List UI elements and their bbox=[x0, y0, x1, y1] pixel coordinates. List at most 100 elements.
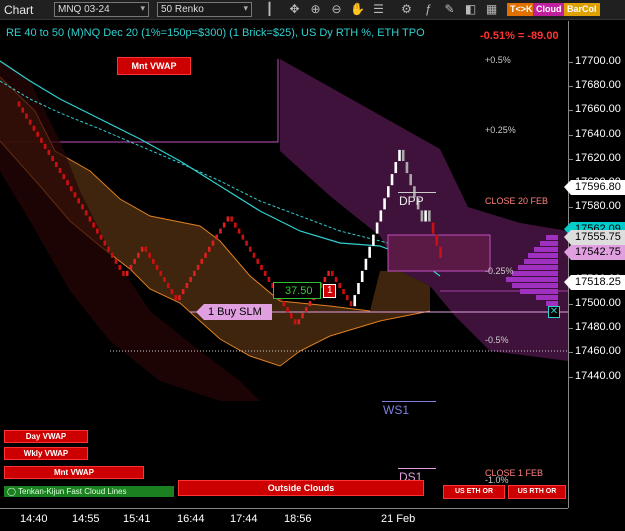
drawing-icon[interactable]: ✎ bbox=[442, 2, 457, 17]
pct-label: +0.25% bbox=[485, 125, 516, 135]
renko-brick-up bbox=[368, 246, 371, 258]
renko-brick-down bbox=[409, 174, 412, 186]
renko-brick-down bbox=[331, 270, 334, 276]
chart-panel[interactable]: RE 40 to 50 (M)NQ Dec 20 (1%=150p=$300) … bbox=[0, 21, 568, 508]
renko-brick-down bbox=[69, 186, 73, 192]
zoom-out-icon[interactable]: ⊖ bbox=[329, 2, 344, 17]
renko-brick-down bbox=[338, 283, 342, 289]
renko-brick-down bbox=[166, 283, 170, 289]
mnt-vwap-label-bottom: Mnt VWAP bbox=[4, 466, 144, 479]
renko-brick-down bbox=[163, 276, 166, 282]
renko-brick-down bbox=[73, 192, 77, 198]
renko-brick-up bbox=[129, 264, 133, 270]
renko-brick-down bbox=[99, 234, 103, 240]
volume-profile-bar bbox=[524, 259, 558, 264]
dom-icon[interactable]: ▦ bbox=[484, 2, 499, 17]
renko-brick-down bbox=[77, 198, 81, 204]
position-price-box[interactable]: 37.50 bbox=[273, 282, 321, 299]
position-qty: 1 bbox=[327, 285, 333, 296]
ds1-line bbox=[398, 468, 436, 469]
renko-brick-up bbox=[375, 222, 379, 234]
renko-brick-down bbox=[66, 180, 69, 186]
renko-brick-down bbox=[84, 210, 88, 216]
order-tag-arrow bbox=[196, 304, 204, 320]
buy-order-tag[interactable]: 1 Buy SLM bbox=[196, 304, 272, 320]
time-axis[interactable]: 14:40 14:55 15:41 16:44 17:44 18:56 21 F… bbox=[0, 508, 568, 531]
instrument-selector[interactable]: MNQ 03-24 ▾ bbox=[54, 2, 149, 17]
renko-brick-down bbox=[290, 313, 293, 319]
crosshair-icon[interactable]: ✥ bbox=[287, 2, 302, 17]
renko-brick-up bbox=[379, 210, 383, 222]
renko-brick-down bbox=[405, 162, 409, 174]
renko-brick-down bbox=[92, 222, 95, 228]
price-tick-label: 17660.00 bbox=[575, 103, 621, 116]
interval-selector[interactable]: 50 Renko ▾ bbox=[157, 2, 252, 17]
price-tick-mark bbox=[569, 304, 573, 305]
cloud-button[interactable]: Cloud bbox=[533, 3, 565, 16]
volume-profile-bar bbox=[528, 253, 558, 258]
renko-brick-down bbox=[144, 246, 148, 252]
renko-brick-up bbox=[226, 216, 230, 222]
volume-profile-bar bbox=[512, 271, 558, 276]
tck-button[interactable]: T<>K bbox=[507, 3, 536, 16]
price-tick-label: 17440.00 bbox=[575, 369, 621, 382]
pan-icon[interactable]: ✋ bbox=[350, 2, 365, 17]
chart-toolbar: Chart MNQ 03-24 ▾ 50 Renko ▾ ┃ ✥ ⊕ ⊖ ✋ ☰… bbox=[0, 0, 625, 20]
price-tick-label: 17640.00 bbox=[575, 127, 621, 140]
wkly-vwap-label: Wkly VWAP bbox=[4, 447, 88, 460]
time-label: 14:40 bbox=[20, 513, 48, 525]
renko-brick-up bbox=[304, 307, 308, 313]
interval-value: 50 Renko bbox=[161, 4, 204, 15]
price-tick-label: 17460.00 bbox=[575, 345, 621, 358]
renko-brick-up bbox=[200, 258, 204, 264]
renko-brick-down bbox=[25, 113, 28, 119]
renko-brick-down bbox=[342, 289, 345, 295]
renko-brick-up bbox=[364, 258, 368, 270]
ws1-line bbox=[382, 401, 436, 402]
price-tag: 17596.80 bbox=[564, 179, 625, 195]
renko-brick-down bbox=[263, 270, 267, 276]
close-20-feb-label: CLOSE 20 FEB bbox=[485, 196, 549, 206]
volume-profile-bar bbox=[540, 241, 558, 246]
us-rth-or-label: US RTH OR bbox=[508, 485, 566, 499]
renko-brick-down bbox=[55, 162, 58, 168]
position-qty-box[interactable]: 1 bbox=[323, 284, 336, 298]
bar-style-icon[interactable]: ┃ bbox=[262, 2, 277, 17]
renko-brick-down bbox=[21, 107, 25, 113]
renko-brick-down bbox=[245, 240, 248, 246]
price-tag-arrow bbox=[564, 274, 571, 290]
renko-brick-down bbox=[159, 270, 163, 276]
indicator-icon[interactable]: ƒ bbox=[421, 2, 436, 17]
toggle-icon: ◯ bbox=[7, 487, 16, 496]
tenkan-kijun-label: ◯ Tenkan-Kijun Fast Cloud Lines bbox=[4, 486, 174, 497]
renko-brick-up bbox=[185, 283, 189, 289]
price-axis[interactable]: 17700.00 17680.00 17660.00 17640.00 17620.00… bbox=[564, 21, 625, 508]
volume-profile-bar bbox=[512, 283, 558, 288]
renko-brick-up bbox=[360, 270, 364, 282]
renko-brick-up bbox=[297, 319, 301, 325]
chevron-down-icon: ▾ bbox=[140, 3, 145, 13]
price-tick-mark bbox=[569, 62, 573, 63]
renko-brick-down bbox=[439, 246, 442, 258]
position-price: 37.50 bbox=[285, 285, 313, 297]
renko-brick-up bbox=[222, 222, 226, 228]
hide-drawings-icon[interactable]: ◧ bbox=[463, 2, 478, 17]
price-tag-value: 17542.75 bbox=[575, 246, 621, 259]
time-label: 16:44 bbox=[177, 513, 205, 525]
properties-icon[interactable]: ☰ bbox=[371, 2, 386, 17]
strategy-icon[interactable]: ⚙ bbox=[399, 2, 414, 17]
time-label: 14:55 bbox=[72, 513, 100, 525]
cancel-order-icon[interactable]: ✕ bbox=[548, 306, 560, 318]
renko-brick-up bbox=[181, 289, 185, 295]
price-tag-arrow bbox=[564, 245, 571, 261]
barcol-button[interactable]: BarCol bbox=[564, 3, 600, 16]
price-tick-mark bbox=[569, 158, 573, 160]
renko-brick-down bbox=[51, 155, 54, 161]
renko-brick-down bbox=[114, 258, 118, 264]
renko-brick-up bbox=[137, 252, 140, 258]
price-tick-label: 17580.00 bbox=[575, 200, 621, 213]
renko-brick-down bbox=[260, 264, 263, 270]
renko-brick-up bbox=[211, 240, 215, 246]
zoom-in-icon[interactable]: ⊕ bbox=[308, 2, 323, 17]
day-vwap-label: Day VWAP bbox=[4, 430, 88, 443]
